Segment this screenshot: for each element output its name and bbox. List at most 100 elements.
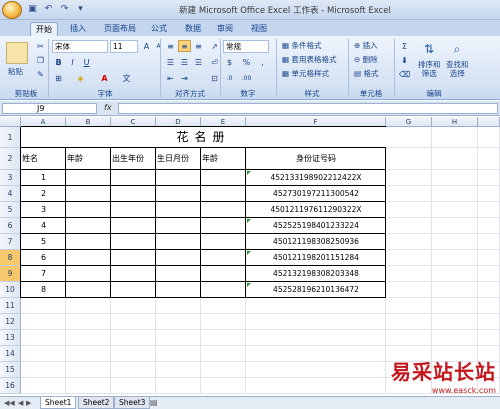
table-cell[interactable] xyxy=(156,186,201,202)
font-name-select[interactable]: 宋体 xyxy=(52,40,108,53)
sheet-tab-3[interactable]: Sheet3 xyxy=(114,397,151,409)
row-header[interactable]: 12 xyxy=(0,314,21,330)
table-cell[interactable] xyxy=(156,378,201,394)
fill-icon[interactable]: ⬇ xyxy=(398,54,411,66)
table-cell[interactable] xyxy=(478,330,500,346)
align-right-icon[interactable]: ☰ xyxy=(192,56,205,68)
find-select-icon[interactable]: ⌕ xyxy=(448,42,466,58)
table-cell[interactable] xyxy=(66,362,111,378)
table-cell[interactable] xyxy=(66,298,111,314)
number-format-select[interactable]: 常规 xyxy=(223,40,269,53)
table-cell[interactable] xyxy=(156,170,201,186)
table-cell[interactable] xyxy=(66,234,111,250)
find-select-button[interactable]: 查找和 选择 xyxy=(446,60,469,78)
table-cell[interactable] xyxy=(111,250,156,266)
table-cell[interactable] xyxy=(156,346,201,362)
table-cell[interactable] xyxy=(66,266,111,282)
table-cell[interactable] xyxy=(66,346,111,362)
tab-page-layout[interactable]: 页面布局 xyxy=(100,22,140,36)
table-cell[interactable] xyxy=(386,127,432,148)
table-cell[interactable] xyxy=(66,378,111,394)
table-cell[interactable] xyxy=(201,314,246,330)
table-cell[interactable] xyxy=(156,202,201,218)
row-header[interactable]: 3 xyxy=(0,170,21,186)
name-box[interactable]: J9 xyxy=(2,103,97,114)
table-cell[interactable] xyxy=(432,298,478,314)
table-cell[interactable] xyxy=(201,202,246,218)
table-cell[interactable] xyxy=(156,298,201,314)
table-cell[interactable] xyxy=(478,314,500,330)
prev-sheet-icon[interactable]: ◀ xyxy=(18,399,23,407)
row-header[interactable]: 1 xyxy=(0,127,21,148)
font-color-icon[interactable]: A xyxy=(98,72,111,84)
table-cell[interactable] xyxy=(432,282,478,298)
worksheet-grid[interactable]: A B C D E F G H 1 2 3 4 5 6 7 8 9 10 11 12 13 14 15 16 花… xyxy=(0,117,500,396)
align-top-icon[interactable]: ≡ xyxy=(164,40,177,52)
column-header-extra[interactable] xyxy=(478,117,500,127)
table-cell[interactable] xyxy=(432,127,478,148)
table-cell[interactable] xyxy=(478,218,500,234)
table-cell[interactable] xyxy=(432,148,478,170)
table-cell[interactable] xyxy=(432,266,478,282)
table-cell[interactable] xyxy=(432,186,478,202)
format-as-table-button[interactable]: ▦ 套用表格格式 xyxy=(282,54,336,65)
row-header[interactable]: 14 xyxy=(0,346,21,362)
next-sheet-icon[interactable]: ▶ xyxy=(26,399,31,407)
table-cell[interactable] xyxy=(156,234,201,250)
table-cell[interactable] xyxy=(201,298,246,314)
table-cell[interactable] xyxy=(111,234,156,250)
autosum-icon[interactable]: Σ xyxy=(398,40,411,52)
table-cell[interactable] xyxy=(66,186,111,202)
conditional-format-button[interactable]: ▦ 条件格式 xyxy=(282,40,321,51)
insert-cells-button[interactable]: ⊕ 插入 xyxy=(354,40,378,51)
tab-view[interactable]: 视图 xyxy=(246,22,272,36)
table-cell[interactable] xyxy=(432,170,478,186)
table-cell[interactable] xyxy=(111,330,156,346)
table-cell[interactable] xyxy=(156,314,201,330)
phonetic-icon[interactable]: 文 xyxy=(120,72,133,84)
row-header[interactable]: 5 xyxy=(0,202,21,218)
table-cell[interactable] xyxy=(156,362,201,378)
table-cell[interactable] xyxy=(386,186,432,202)
row-header[interactable]: 6 xyxy=(0,218,21,234)
italic-icon[interactable]: I xyxy=(66,56,79,68)
underline-icon[interactable]: U xyxy=(80,56,93,68)
row-header[interactable]: 11 xyxy=(0,298,21,314)
table-cell[interactable] xyxy=(21,362,66,378)
table-cell[interactable] xyxy=(478,282,500,298)
table-cell[interactable] xyxy=(386,202,432,218)
table-cell[interactable] xyxy=(201,378,246,394)
table-cell[interactable] xyxy=(386,330,432,346)
row-header[interactable]: 9 xyxy=(0,266,21,282)
table-cell[interactable] xyxy=(386,148,432,170)
table-cell[interactable] xyxy=(386,282,432,298)
tab-review[interactable]: 审阅 xyxy=(212,22,238,36)
fill-color-icon[interactable]: ◈ xyxy=(74,72,87,84)
copy-icon[interactable]: ❐ xyxy=(34,54,47,66)
table-cell[interactable] xyxy=(386,314,432,330)
table-cell[interactable] xyxy=(386,250,432,266)
redo-icon[interactable]: ↷ xyxy=(58,3,71,16)
row-header[interactable]: 4 xyxy=(0,186,21,202)
table-cell[interactable] xyxy=(386,266,432,282)
office-button[interactable] xyxy=(2,1,22,19)
bold-icon[interactable]: B xyxy=(52,56,65,68)
format-cells-button[interactable]: ▤ 格式 xyxy=(354,68,378,79)
row-header[interactable]: 15 xyxy=(0,362,21,378)
table-cell[interactable] xyxy=(478,202,500,218)
tab-data[interactable]: 数据 xyxy=(180,22,206,36)
table-cell[interactable] xyxy=(111,298,156,314)
table-cell[interactable] xyxy=(246,314,386,330)
table-cell[interactable] xyxy=(432,234,478,250)
align-center-icon[interactable]: ☰ xyxy=(178,56,191,68)
table-cell[interactable] xyxy=(111,314,156,330)
paste-button[interactable]: 粘贴 xyxy=(8,66,23,77)
table-cell[interactable] xyxy=(111,362,156,378)
comma-icon[interactable]: , xyxy=(256,56,269,68)
font-size-select[interactable]: 11 xyxy=(110,40,138,53)
table-cell[interactable] xyxy=(156,266,201,282)
table-cell[interactable] xyxy=(111,170,156,186)
table-cell[interactable] xyxy=(478,234,500,250)
table-cell[interactable] xyxy=(111,218,156,234)
tab-home[interactable]: 开始 xyxy=(30,22,58,36)
